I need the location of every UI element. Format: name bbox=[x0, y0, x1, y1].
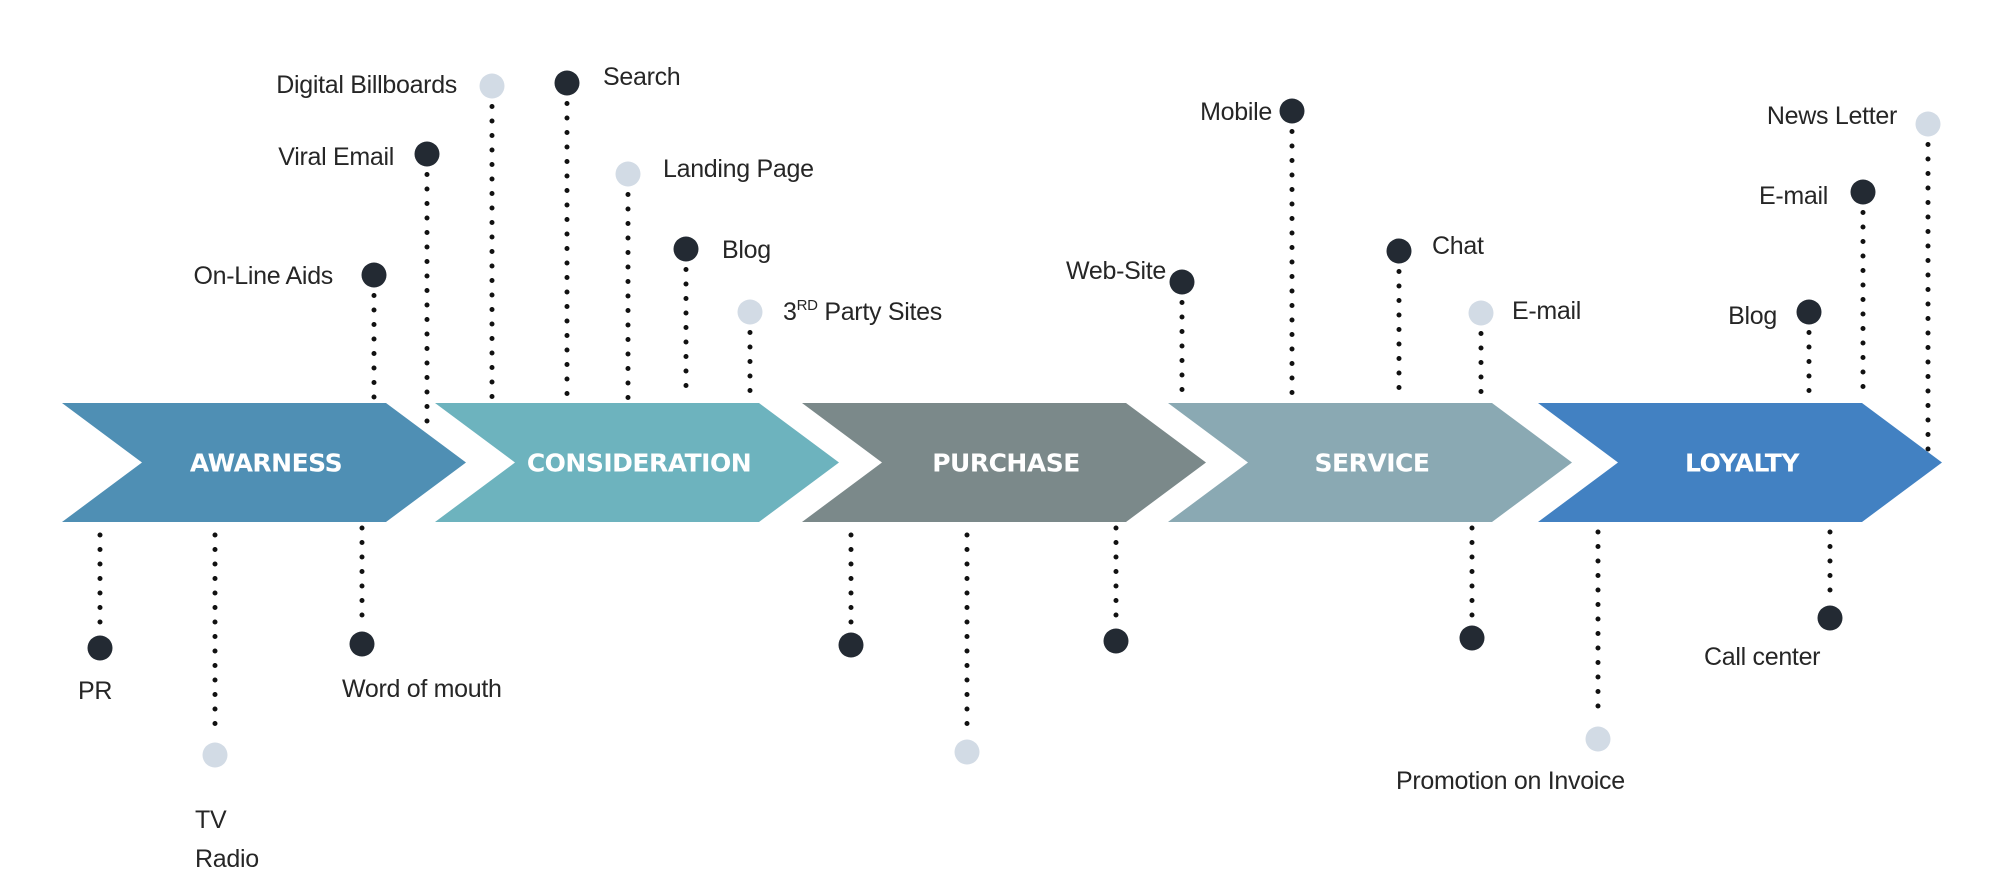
touchpoint-consideration-digital-billboards: Digital Billboards bbox=[276, 71, 505, 99]
touchpoint-label: 3RD Party Sites bbox=[783, 297, 942, 326]
touchpoint-loyalty-promotion-on-invoice: Promotion on Invoice bbox=[1396, 726, 1625, 795]
touchpoint-purchase-unlabeled-17 bbox=[838, 632, 864, 658]
customer-journey-diagram: AWARNESS CONSIDERATION PURCHASE SERVICE LOYA… bbox=[62, 63, 1942, 873]
touchpoint-dot bbox=[1585, 726, 1611, 752]
touchpoint-label: E-mail bbox=[1759, 182, 1828, 210]
touchpoint-dot bbox=[414, 141, 440, 167]
touchpoint-service-e-mail: E-mail bbox=[1468, 297, 1581, 326]
touchpoint-dot bbox=[349, 631, 375, 657]
touchpoint-consideration-search: Search bbox=[554, 63, 681, 96]
touchpoint-loyalty-blog: Blog bbox=[1728, 299, 1822, 330]
touchpoint-label: PR bbox=[78, 677, 112, 705]
stage-label: LOYALTY bbox=[1685, 449, 1800, 478]
touchpoint-dot bbox=[1103, 628, 1129, 654]
touchpoint-purchase-unlabeled-18 bbox=[954, 739, 980, 765]
stage-label: AWARNESS bbox=[190, 449, 342, 478]
touchpoint-label: Web-Site bbox=[1066, 257, 1166, 285]
stage-label: CONSIDERATION bbox=[527, 449, 751, 478]
touchpoint-service-chat: Chat bbox=[1386, 232, 1484, 264]
touchpoint-dot bbox=[202, 742, 228, 768]
stage-service: SERVICE bbox=[1168, 403, 1572, 522]
touchpoint-dot bbox=[1169, 269, 1195, 295]
touchpoint-label: Blog bbox=[1728, 302, 1777, 330]
touchpoint-dot bbox=[1850, 179, 1876, 205]
touchpoint-label: Promotion on Invoice bbox=[1396, 767, 1625, 795]
touchpoint-label: Blog bbox=[722, 236, 771, 264]
touchpoint-dot bbox=[361, 262, 387, 288]
touchpoint-dot bbox=[673, 236, 699, 262]
touchpoint-loyalty-call-center: Call center bbox=[1704, 605, 1843, 671]
touchpoint-label: Word of mouth bbox=[342, 675, 502, 703]
stage-loyalty: LOYALTY bbox=[1538, 403, 1942, 522]
stage-purchase: PURCHASE bbox=[802, 403, 1206, 522]
touchpoint-dot bbox=[554, 70, 580, 96]
touchpoint-label: Landing Page bbox=[663, 155, 814, 183]
touchpoint-dot bbox=[87, 635, 113, 661]
touchpoint-dot bbox=[615, 161, 641, 187]
touchpoint-consideration-3rd-party-sites: 3RD Party Sites bbox=[737, 297, 942, 326]
touchpoint-dot bbox=[1279, 98, 1305, 124]
touchpoint-loyalty-news-letter: News Letter bbox=[1767, 102, 1941, 137]
stages-layer: AWARNESS CONSIDERATION PURCHASE SERVICE LOYA… bbox=[62, 403, 1942, 522]
touchpoint-label: On-Line Aids bbox=[193, 262, 333, 290]
touchpoint-awarness-word-of-mouth: Word of mouth bbox=[342, 631, 502, 703]
touchpoint-dot bbox=[1915, 111, 1941, 137]
touchpoint-label: Viral Email bbox=[278, 143, 394, 171]
touchpoint-dot bbox=[479, 73, 505, 99]
touchpoint-consideration-landing-page: Landing Page bbox=[615, 155, 814, 187]
touchpoint-service-mobile: Mobile bbox=[1200, 98, 1305, 126]
stage-label: SERVICE bbox=[1315, 449, 1430, 478]
touchpoint-awarness-viral-email: Viral Email bbox=[278, 141, 440, 171]
touchpoint-dot bbox=[1817, 605, 1843, 631]
stage-consideration: CONSIDERATION bbox=[435, 403, 839, 522]
touchpoint-label: TV bbox=[195, 806, 227, 834]
touchpoint-awarness-pr: PR bbox=[78, 635, 113, 705]
touchpoint-label: Digital Billboards bbox=[276, 71, 457, 99]
touchpoint-label: Call center bbox=[1704, 643, 1820, 671]
touchpoint-consideration-blog: Blog bbox=[673, 236, 771, 264]
touchpoint-dot bbox=[737, 299, 763, 325]
touchpoint-dot bbox=[1468, 300, 1494, 326]
touchpoint-label: Search bbox=[603, 63, 680, 91]
touchpoint-awarness-tv: TV Radio bbox=[195, 742, 259, 873]
touchpoint-service-web-site: Web-Site bbox=[1066, 257, 1195, 295]
touchpoint-loyalty-e-mail: E-mail bbox=[1759, 179, 1876, 210]
touchpoint-service-unlabeled-20 bbox=[1459, 625, 1485, 651]
stage-awarness: AWARNESS bbox=[62, 403, 466, 522]
touchpoint-purchase-unlabeled-19 bbox=[1103, 628, 1129, 654]
touchpoint-dot bbox=[838, 632, 864, 658]
touchpoint-dot bbox=[1459, 625, 1485, 651]
touchpoint-awarness-on-line-aids: On-Line Aids bbox=[193, 262, 387, 290]
touchpoint-label: Chat bbox=[1432, 232, 1484, 260]
touchpoint-dot bbox=[1386, 238, 1412, 264]
touchpoint-label: Mobile bbox=[1200, 98, 1272, 126]
touchpoint-label: E-mail bbox=[1512, 297, 1581, 325]
touchpoint-dot bbox=[954, 739, 980, 765]
touchpoint-label-line2: Radio bbox=[195, 845, 259, 873]
touchpoint-dot bbox=[1796, 299, 1822, 325]
touchpoint-label: News Letter bbox=[1767, 102, 1897, 130]
stage-label: PURCHASE bbox=[932, 449, 1080, 478]
